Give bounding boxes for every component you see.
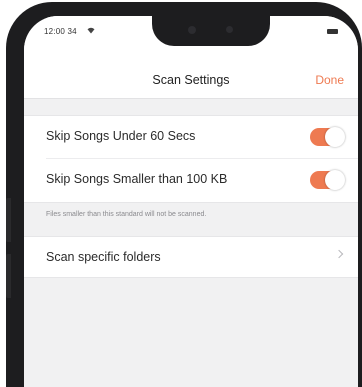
battery-icon [327,29,338,34]
skip-short-songs-label: Skip Songs Under 60 Secs [46,129,196,143]
folders-group: Scan specific folders [24,236,358,278]
toggle-knob [325,170,345,190]
scan-footnote: Files smaller than this standard will no… [46,211,207,218]
status-time: 12:00 34 [44,27,77,36]
chevron-right-icon [334,249,344,259]
volume-up-button [6,198,11,242]
scan-folders-label: Scan specific folders [46,250,161,264]
skip-small-songs-label: Skip Songs Smaller than 100 KB [46,172,228,186]
scan-folders-row[interactable]: Scan specific folders [24,237,358,279]
camera-notch [152,16,270,46]
stage: 12:00 34 Scan Settings Done Skip Songs U… [0,0,362,387]
page-title: Scan Settings [152,73,230,87]
wifi-icon [87,27,95,34]
skip-short-songs-toggle[interactable] [310,127,345,147]
sensor-dot [226,26,233,33]
skip-settings-group: Skip Songs Under 60 Secs Skip Songs Smal… [24,115,358,203]
phone-frame: 12:00 34 Scan Settings Done Skip Songs U… [6,2,362,387]
camera-lens [188,26,196,34]
toggle-knob [325,127,345,147]
skip-small-songs-toggle[interactable] [310,170,345,190]
volume-down-button [6,254,11,298]
done-button[interactable]: Done [315,73,344,87]
skip-short-songs-row[interactable]: Skip Songs Under 60 Secs [24,116,358,159]
skip-small-songs-row[interactable]: Skip Songs Smaller than 100 KB [24,159,358,201]
navigation-bar: Scan Settings Done [24,50,358,99]
phone-screen: 12:00 34 Scan Settings Done Skip Songs U… [24,16,358,387]
